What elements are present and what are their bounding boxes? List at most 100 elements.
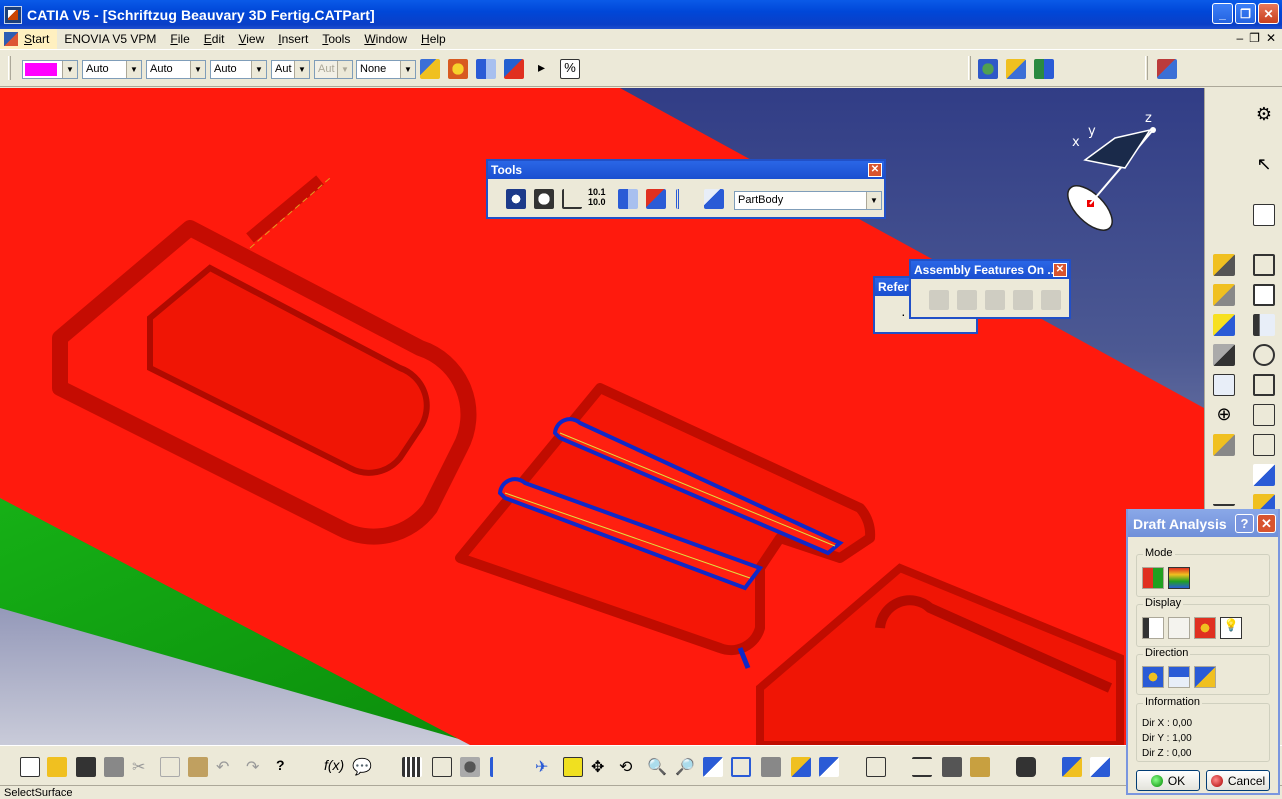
view-cube-icon[interactable] xyxy=(731,757,751,777)
print-icon[interactable] xyxy=(104,757,124,777)
comment-icon[interactable]: 💬 xyxy=(352,757,372,777)
assembly-toolbar-title[interactable]: Assembly Features On ... ✕ xyxy=(911,261,1069,279)
menu-edit[interactable]: Edit xyxy=(197,32,232,46)
compass-direction-icon[interactable] xyxy=(1142,666,1164,688)
point-style-combo[interactable]: Auto ▼ xyxy=(210,60,267,79)
sketcher-icon[interactable] xyxy=(1253,204,1275,226)
work-object-icon[interactable] xyxy=(646,189,666,209)
restore-button[interactable]: ❐ xyxy=(1235,3,1256,24)
light-bulb-icon[interactable]: 💡 xyxy=(1220,617,1242,639)
pocket-icon[interactable] xyxy=(1213,284,1235,306)
new-file-icon[interactable] xyxy=(20,757,40,777)
tree-icon[interactable] xyxy=(1034,59,1054,79)
draft-icon[interactable] xyxy=(1213,434,1235,456)
hierarchy-icon[interactable] xyxy=(676,189,696,209)
cursor-icon[interactable] xyxy=(1168,617,1190,639)
open-folder-icon[interactable] xyxy=(47,757,67,777)
menu-start-label[interactable]: Start xyxy=(24,32,49,46)
measure-item-icon[interactable] xyxy=(942,757,962,777)
gear-icon[interactable]: ⚙ xyxy=(1253,104,1275,126)
more-arrow-icon[interactable]: ▸ xyxy=(538,59,545,76)
draft-analysis-title-bar[interactable]: Draft Analysis ? ✕ xyxy=(1128,509,1278,537)
paste-icon[interactable] xyxy=(188,757,208,777)
menu-tools[interactable]: Tools xyxy=(315,32,357,46)
fit-all-icon[interactable] xyxy=(563,757,583,777)
assembly-features-toolbar[interactable]: Assembly Features On ... ✕ xyxy=(909,259,1071,319)
menu-window[interactable]: Window xyxy=(357,32,414,46)
zoom-in-icon[interactable]: 🔍 xyxy=(647,757,667,777)
body-selector-combo[interactable]: PartBody ▼ xyxy=(734,191,882,210)
hole-icon[interactable] xyxy=(1253,254,1275,276)
shell-icon[interactable] xyxy=(1253,434,1275,456)
invert-direction-icon[interactable] xyxy=(1168,666,1190,688)
slot-icon[interactable] xyxy=(1213,344,1235,366)
measure-between-icon[interactable] xyxy=(912,757,932,777)
mdi-restore-button[interactable]: ❐ xyxy=(1249,31,1260,45)
rendering-combo[interactable]: None ▼ xyxy=(356,60,416,79)
ok-button[interactable]: OK xyxy=(1136,770,1200,791)
pattern-icon[interactable] xyxy=(1213,374,1235,396)
paintbrush-icon[interactable] xyxy=(420,59,440,79)
menu-help[interactable]: Help xyxy=(414,32,453,46)
rotate-icon[interactable]: ⟲ xyxy=(619,757,639,777)
fillet-icon[interactable] xyxy=(1253,374,1275,396)
formula-icon[interactable]: f(x) xyxy=(324,757,344,777)
linetype-combo[interactable]: Auto ▼ xyxy=(82,60,142,79)
measure-icon[interactable]: 10.1 10.0 xyxy=(588,187,608,207)
mdi-minimize-button[interactable]: – xyxy=(1236,31,1243,45)
menu-file[interactable]: File xyxy=(163,32,196,46)
compass-widget[interactable]: x y z xyxy=(1055,108,1175,238)
copy-icon[interactable] xyxy=(160,757,180,777)
menu-start[interactable]: Start xyxy=(0,29,58,49)
distance-icon[interactable] xyxy=(866,757,886,777)
save-icon[interactable] xyxy=(76,757,96,777)
cut-icon[interactable]: ✂ xyxy=(132,757,152,777)
crosshair-icon[interactable]: ⊕ xyxy=(1213,404,1235,426)
lock-direction-icon[interactable] xyxy=(1194,666,1216,688)
render-icon[interactable] xyxy=(1090,757,1110,777)
shading-icon[interactable] xyxy=(761,757,781,777)
chamfer-icon[interactable] xyxy=(1253,404,1275,426)
select-arrow-icon[interactable]: ↖ xyxy=(1253,154,1275,176)
menu-insert[interactable]: Insert xyxy=(271,32,315,46)
groove-icon[interactable] xyxy=(1213,314,1235,336)
layer-combo[interactable]: Aut ▼ xyxy=(271,60,310,79)
catia-app-icon[interactable] xyxy=(4,5,22,24)
camera-icon[interactable] xyxy=(1016,757,1036,777)
inertia-icon[interactable] xyxy=(970,757,990,777)
properties-icon[interactable] xyxy=(504,59,524,79)
help-button[interactable]: ? xyxy=(1235,514,1254,533)
shaft-icon[interactable] xyxy=(1253,284,1275,306)
color-scale-icon[interactable] xyxy=(1142,617,1164,639)
design-table-icon[interactable] xyxy=(432,757,452,777)
lock-icon[interactable] xyxy=(460,757,480,777)
pan-icon[interactable]: ✥ xyxy=(591,757,611,777)
toolbar-grip[interactable] xyxy=(8,56,11,80)
copy-format-icon[interactable] xyxy=(448,59,468,79)
quick-mode-icon[interactable] xyxy=(1142,567,1164,589)
hide-show-icon[interactable] xyxy=(791,757,811,777)
menu-enovia[interactable]: ENOVIA V5 VPM xyxy=(57,32,163,46)
stiffener-icon[interactable] xyxy=(1253,344,1275,366)
table-icon[interactable] xyxy=(402,757,422,777)
pad-icon[interactable] xyxy=(1213,254,1235,276)
thickness-combo[interactable]: Auto ▼ xyxy=(146,60,206,79)
minimize-button[interactable]: _ xyxy=(1212,3,1233,24)
mdi-close-button[interactable]: ✕ xyxy=(1266,31,1276,45)
manipulate-icon[interactable] xyxy=(534,189,554,209)
thread-icon[interactable] xyxy=(1213,484,1235,506)
thickness-icon[interactable] xyxy=(1253,464,1275,486)
assembly-toolbar-close-icon[interactable]: ✕ xyxy=(1053,263,1067,277)
apply-material-icon[interactable] xyxy=(1062,757,1082,777)
close-button[interactable]: ✕ xyxy=(1258,3,1279,24)
fly-icon[interactable]: ✈ xyxy=(535,757,555,777)
catalog-icon[interactable] xyxy=(978,59,998,79)
body-icon[interactable] xyxy=(704,189,724,209)
tools-toolbar-title[interactable]: Tools ✕ xyxy=(488,161,884,179)
color-combo[interactable]: ▼ xyxy=(22,60,78,79)
tools-toolbar[interactable]: Tools ✕ 10.1 10.0 PartBody ▼ xyxy=(486,159,886,219)
rib-icon[interactable] xyxy=(1253,314,1275,336)
whats-this-icon[interactable]: ? xyxy=(276,757,296,777)
menu-view[interactable]: View xyxy=(231,32,271,46)
axis-system-icon[interactable] xyxy=(562,189,582,209)
